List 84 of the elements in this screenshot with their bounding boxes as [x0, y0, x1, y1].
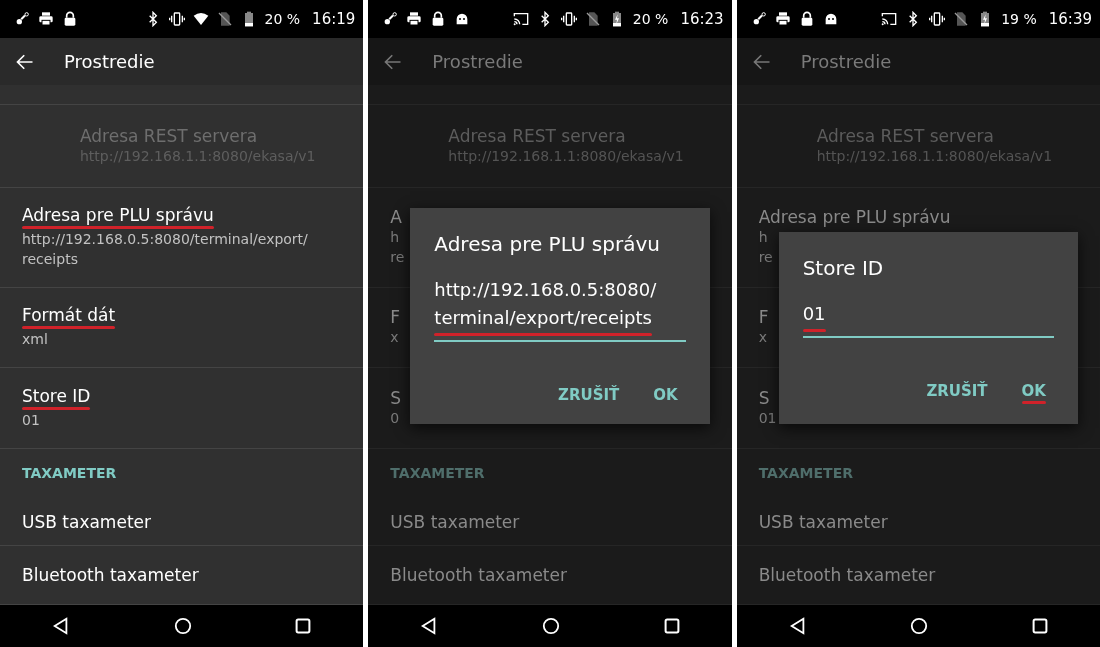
back-nav-button[interactable]: [788, 617, 807, 635]
setting-title: Store ID: [22, 385, 91, 410]
setting-title: S: [390, 387, 402, 408]
setting-title: USB taxameter: [390, 511, 520, 532]
key-icon: [14, 11, 30, 27]
setting-value: http://192.168.1.1:8080/ekasa/v1: [448, 146, 684, 166]
setting-title: Adresa REST servera: [816, 125, 994, 146]
input-field[interactable]: http://192.168.0.5:8080/ terminal/export/receipts: [434, 276, 686, 342]
input-text: http://192.168.0.5:8080/: [434, 278, 657, 302]
settings-item[interactable]: USB taxameter: [736, 498, 1100, 546]
dialog-button[interactable]: OK: [645, 380, 686, 410]
cast-icon: [512, 11, 529, 27]
cast-icon: [881, 11, 898, 27]
battery-percent: 19 %: [1001, 11, 1037, 27]
settings-item[interactable]: Store ID 01: [0, 367, 364, 449]
setting-title: Bluetooth taxameter: [22, 565, 199, 585]
clock-time: 16:39: [1048, 10, 1092, 28]
setting-value: re: [390, 248, 405, 268]
key-icon: [382, 11, 399, 27]
wifi-icon: [192, 11, 209, 27]
input-text: terminal/export/receipts: [434, 304, 652, 336]
recents-nav-button[interactable]: [295, 618, 312, 634]
setting-value: http://192.168.0.5:8080/terminal/export/: [22, 230, 308, 250]
settings-item[interactable]: Adresa pre PLU správu http://192.168.0.5:8080/terminal/export/ receipts: [0, 187, 364, 288]
vibrate-icon: [168, 11, 185, 27]
dialog-button[interactable]: ZRUŠIŤ: [918, 376, 996, 410]
category-header: TAXAMETER: [758, 465, 853, 482]
no-sim-icon: [216, 11, 233, 27]
settings-item[interactable]: USB taxameter: [0, 498, 364, 546]
setting-title: Formát dát: [22, 305, 116, 330]
clock-time: 16:19: [312, 10, 356, 28]
lock-icon: [62, 11, 78, 27]
setting-value: x: [758, 328, 767, 348]
no-sim-icon: [953, 11, 970, 27]
screen-title: Prostredie: [800, 51, 892, 72]
back-nav-button[interactable]: [51, 617, 70, 635]
recents-nav-button[interactable]: [1032, 618, 1049, 634]
category-header: TAXAMETER: [22, 465, 117, 482]
setting-value: re: [758, 248, 773, 268]
dialog-title: Adresa pre PLU správu: [434, 232, 661, 256]
setting-value: 01: [758, 408, 777, 428]
input-text: 01: [802, 300, 826, 332]
setting-title: Bluetooth taxameter: [758, 565, 936, 585]
vibrate-icon: [560, 11, 577, 27]
dialog-title: Store ID: [802, 256, 885, 280]
setting-title: F: [758, 307, 769, 328]
setting-title: F: [390, 307, 401, 328]
battery-percent: 20 %: [632, 11, 669, 27]
battery-percent: 20 %: [264, 11, 301, 27]
setting-value: h: [758, 228, 768, 248]
setting-title: Adresa pre PLU správu: [758, 207, 951, 228]
input-field[interactable]: 01: [802, 300, 1054, 338]
setting-value: 01: [22, 410, 40, 430]
dialog-button[interactable]: OK: [1013, 376, 1054, 410]
setting-value: http://192.168.1.1:8080/ekasa/v1: [816, 146, 1053, 166]
printer-icon: [38, 11, 54, 27]
setting-value: xml: [22, 330, 48, 350]
printer-icon: [406, 11, 423, 27]
home-nav-button[interactable]: [173, 617, 192, 635]
no-sim-icon: [584, 11, 601, 27]
setting-title: A: [390, 207, 402, 228]
screen-title: Prostredie: [64, 51, 155, 72]
clock-time: 16:23: [680, 10, 724, 28]
screen-title: Prostredie: [432, 51, 523, 72]
settings-item[interactable]: Formát dát xml: [0, 287, 364, 368]
setting-value: x: [390, 328, 399, 348]
printer-icon: [774, 11, 791, 27]
setting-title: Adresa REST servera: [80, 125, 258, 146]
home-nav-button[interactable]: [541, 617, 560, 635]
setting-value: h: [390, 228, 400, 248]
setting-value: receipts: [22, 250, 78, 270]
home-nav-button[interactable]: [910, 617, 929, 635]
setting-title: USB taxameter: [22, 511, 151, 532]
category-header: TAXAMETER: [390, 465, 485, 482]
setting-title: Adresa REST servera: [448, 125, 626, 146]
settings-item[interactable]: USB taxameter: [368, 498, 732, 546]
vibrate-icon: [929, 11, 946, 27]
setting-title: USB taxameter: [758, 511, 888, 532]
setting-title: Bluetooth taxameter: [390, 565, 567, 585]
setting-value: 0: [390, 408, 400, 428]
recents-nav-button[interactable]: [663, 618, 680, 634]
setting-title: S: [758, 387, 770, 408]
setting-title: Adresa pre PLU správu: [22, 205, 214, 230]
dialog-button[interactable]: ZRUŠIŤ: [550, 380, 628, 410]
